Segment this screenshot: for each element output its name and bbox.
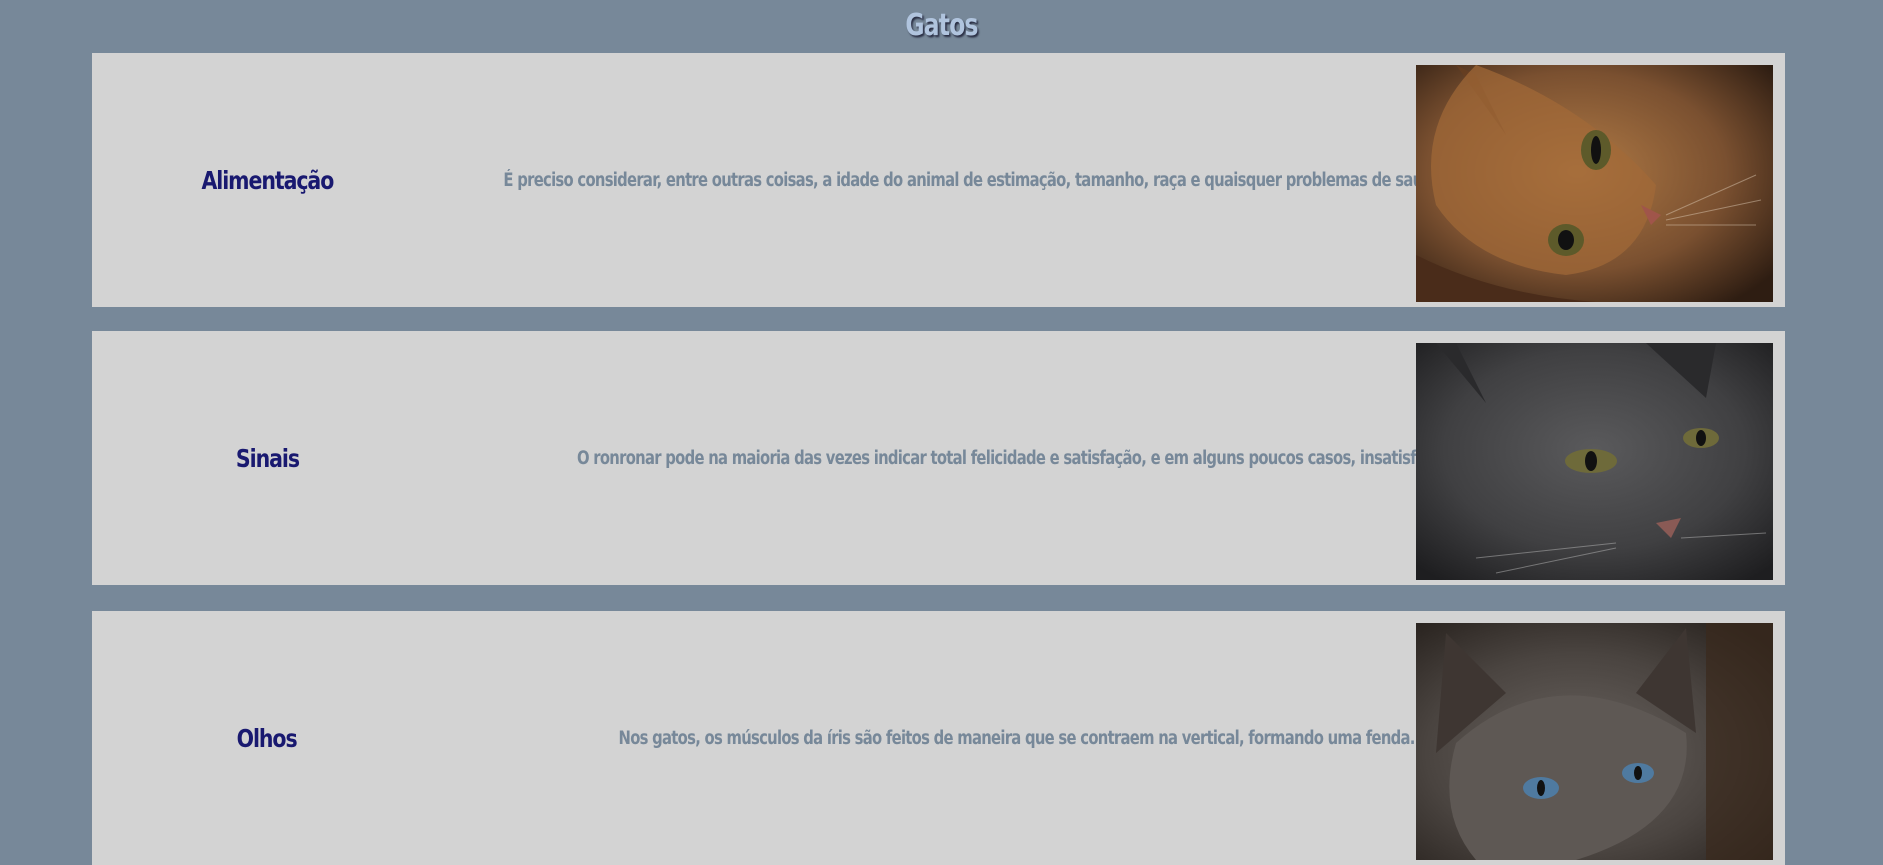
card-title: Olhos: [236, 723, 298, 753]
card-title: Alimentação: [201, 165, 334, 195]
gray-cat-photo: [1416, 343, 1773, 580]
page-title: Gatos: [905, 8, 978, 43]
siamese-cat-photo: [1416, 623, 1773, 860]
card-alimentacao: Alimentação É preciso considerar, entre …: [92, 53, 1785, 307]
card-sinais: Sinais O ronronar pode na maioria das ve…: [92, 331, 1785, 585]
card-title: Sinais: [235, 443, 299, 473]
card-olhos: Olhos Nos gatos, os músculos da íris são…: [92, 611, 1785, 865]
orange-cat-photo: [1416, 65, 1773, 302]
